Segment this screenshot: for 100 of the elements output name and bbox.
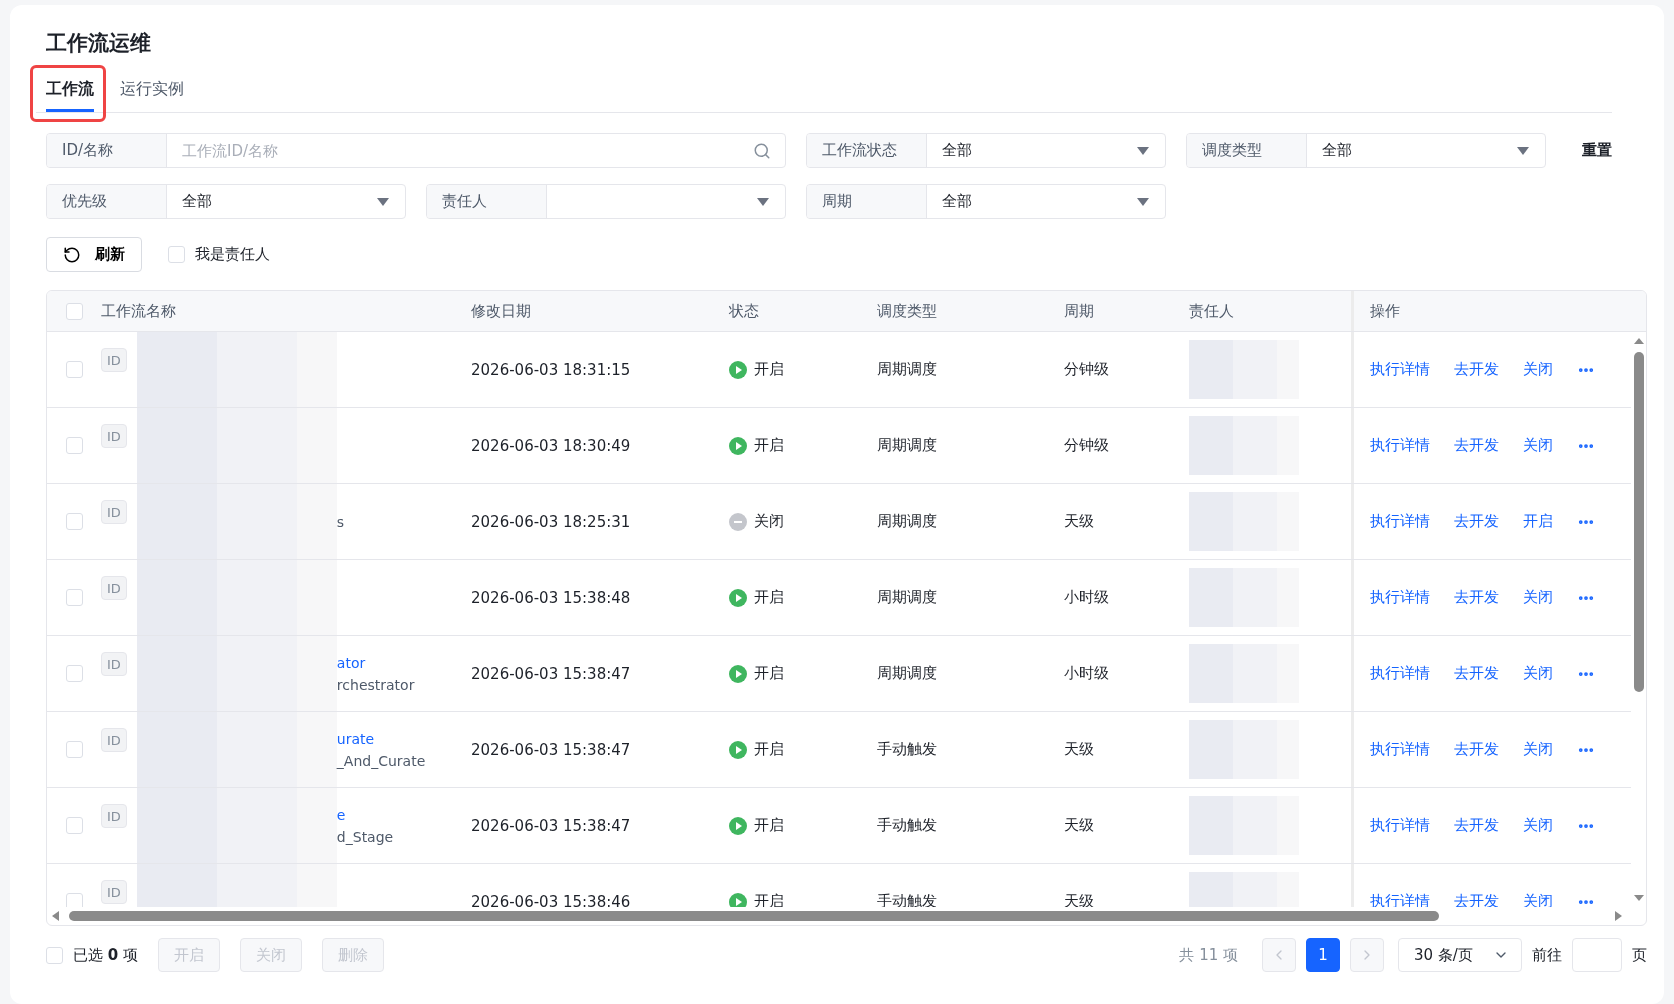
date-cell-text: 2026-06-03 18:31:15 (471, 360, 632, 379)
column-header: 操作 (1351, 291, 1632, 331)
header-checkbox[interactable] (65, 302, 83, 320)
action-link[interactable]: 去开发 (1454, 436, 1499, 455)
date-cell-text: 2026-06-03 15:38:48 (471, 588, 632, 607)
date-cell-text: 2026-06-03 18:30:49 (471, 436, 632, 455)
workflow-name-link[interactable]: ator (336, 654, 415, 671)
column-header: 调度类型 (877, 300, 938, 322)
page-input[interactable] (1572, 938, 1622, 972)
selected-count: 已选 0 项 (73, 945, 138, 965)
date-cell-text: 2026-06-03 18:25:31 (471, 512, 632, 531)
goto-label: 前往 (1532, 945, 1562, 965)
page-title: 工作流运维 (46, 30, 152, 57)
action-link[interactable]: 去开发 (1454, 816, 1499, 835)
action-link[interactable]: 关闭 (1523, 816, 1553, 835)
workflow-subname: _And_Curate (336, 752, 426, 769)
row-checkbox[interactable] (65, 437, 83, 454)
action-link[interactable]: 关闭 (1523, 588, 1553, 607)
row-checkbox[interactable] (65, 589, 83, 606)
column-header: 周期 (1064, 300, 1095, 322)
action-link[interactable]: 执行详情 (1370, 360, 1430, 379)
status-text: 开启 (754, 588, 784, 607)
schedule-cell-text: 手动触发 (877, 816, 938, 835)
page-size-select[interactable]: 30 条/页 (1398, 938, 1522, 972)
schedule-cell-text: 周期调度 (877, 512, 938, 531)
action-link[interactable]: 去开发 (1454, 664, 1499, 683)
date-cell-text: 2026-06-03 15:38:47 (471, 740, 632, 759)
next-page-button[interactable] (1350, 938, 1384, 972)
period-cell-text: 分钟级 (1064, 360, 1110, 379)
id-tag: ID (101, 348, 127, 372)
row-checkbox[interactable] (65, 893, 83, 907)
action-link[interactable]: 去开发 (1454, 588, 1499, 607)
tab[interactable]: 运行实例 (120, 71, 184, 112)
row-checkbox[interactable] (65, 817, 83, 834)
action-link[interactable]: 关闭 (1523, 740, 1553, 759)
search-field[interactable]: ID/名称 工作流ID/名称 (46, 133, 786, 168)
status-text: 关闭 (754, 512, 784, 531)
select-all-checkbox[interactable] (46, 946, 63, 964)
status-text: 开启 (754, 816, 784, 835)
period-cell-text: 小时级 (1064, 588, 1110, 607)
column-header: 修改日期 (471, 300, 532, 322)
period-cell-text: 小时级 (1064, 664, 1110, 683)
refresh-button[interactable]: 刷新 (46, 237, 142, 272)
period-cell-text: 天级 (1064, 892, 1095, 907)
action-link[interactable]: 去开发 (1454, 740, 1499, 759)
status-text: 开启 (754, 664, 784, 683)
checkbox[interactable] (168, 246, 185, 263)
action-link[interactable]: 去开发 (1454, 512, 1499, 531)
search-icon (753, 141, 771, 160)
checkbox-label: 我是责任人 (195, 245, 270, 264)
date-cell-text: 2026-06-03 15:38:47 (471, 664, 632, 683)
action-link[interactable]: 去开发 (1454, 360, 1499, 379)
period-cell-text: 天级 (1064, 816, 1095, 835)
workflow-name-link[interactable]: e (336, 806, 394, 823)
period-cell-text: 分钟级 (1064, 436, 1110, 455)
action-link[interactable]: 执行详情 (1370, 816, 1430, 835)
id-tag: ID (101, 804, 127, 828)
total-count: 共 11 项 (1179, 945, 1238, 965)
action-link[interactable]: 执行详情 (1370, 664, 1430, 683)
page-button[interactable]: 1 (1306, 938, 1340, 972)
schedule-cell-text: 周期调度 (877, 360, 938, 379)
tab[interactable]: 工作流 (46, 71, 94, 112)
id-tag: ID (101, 500, 127, 524)
workflow-name-link[interactable]: urate (336, 730, 426, 747)
row-checkbox[interactable] (65, 361, 83, 378)
action-link[interactable]: 关闭 (1523, 360, 1553, 379)
prev-page-button[interactable] (1262, 938, 1296, 972)
page-unit-label: 页 (1632, 945, 1647, 965)
schedule-cell-text: 周期调度 (877, 588, 938, 607)
row-checkbox[interactable] (65, 665, 83, 682)
row-checkbox[interactable] (65, 513, 83, 530)
reset-button[interactable]: 重置 (1582, 141, 1612, 160)
workflow-subname: s (336, 513, 345, 530)
action-link[interactable]: 执行详情 (1370, 512, 1430, 531)
filter-label: ID/名称 (47, 134, 167, 167)
status-text: 开启 (754, 360, 784, 379)
action-link[interactable]: 关闭 (1523, 664, 1553, 683)
column-header: 责任人 (1189, 300, 1235, 322)
action-link[interactable]: 开启 (1523, 512, 1553, 531)
schedule-cell-text: 手动触发 (877, 740, 938, 759)
schedule-cell-text: 周期调度 (877, 664, 938, 683)
schedule-cell-text: 周期调度 (877, 436, 938, 455)
action-link[interactable]: 关闭 (1523, 436, 1553, 455)
workflow-subname: rchestrator (336, 676, 415, 693)
column-header: 状态 (729, 300, 760, 322)
column-header: 工作流名称 (101, 300, 177, 322)
status-text: 开启 (754, 740, 784, 759)
id-tag: ID (101, 576, 127, 600)
id-tag: ID (101, 728, 127, 752)
refresh-icon (63, 245, 81, 264)
id-tag: ID (101, 424, 127, 448)
row-checkbox[interactable] (65, 741, 83, 758)
date-cell-text: 2026-06-03 15:38:46 (471, 892, 632, 907)
period-cell-text: 天级 (1064, 512, 1095, 531)
action-link[interactable]: 执行详情 (1370, 588, 1430, 607)
date-cell-text: 2026-06-03 15:38:47 (471, 816, 632, 835)
action-link[interactable]: 执行详情 (1370, 740, 1430, 759)
action-link[interactable]: 执行详情 (1370, 436, 1430, 455)
period-cell-text: 天级 (1064, 740, 1095, 759)
id-tag: ID (101, 880, 127, 904)
